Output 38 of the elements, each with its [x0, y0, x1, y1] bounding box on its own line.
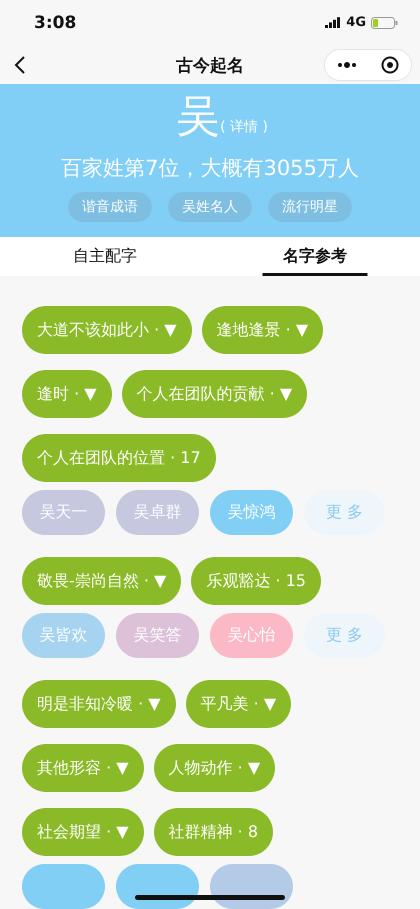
tab[interactable]: 自主配字: [0, 236, 210, 276]
status-time: 3:08: [34, 12, 76, 33]
theme-tag[interactable]: 个人在团队的位置 · 17: [22, 434, 216, 482]
name-pill[interactable]: [116, 864, 199, 909]
tab[interactable]: 名字参考: [210, 236, 420, 276]
name-pill[interactable]: 吴天一: [22, 490, 105, 536]
surname-summary: 百家姓第7位，大概有3055万人: [61, 154, 359, 182]
more-button[interactable]: 更 多: [304, 613, 385, 658]
category-chip[interactable]: 吴姓名人: [168, 192, 252, 222]
name-pill[interactable]: [210, 864, 293, 909]
page-title: 古今起名: [175, 54, 245, 77]
name-pill[interactable]: 吴心怡: [210, 613, 293, 658]
theme-tag[interactable]: 社群精神 · 8: [154, 808, 273, 856]
name-pill[interactable]: 吴皆欢: [22, 613, 105, 658]
more-button[interactable]: 更 多: [304, 490, 385, 536]
theme-tag[interactable]: 平凡美 · ▼: [186, 680, 292, 728]
battery-icon: [371, 16, 398, 29]
theme-tag[interactable]: 个人在团队的贡献 · ▼: [122, 370, 308, 418]
name-pill[interactable]: 吴卓群: [116, 490, 199, 536]
theme-tag[interactable]: 逢地逢景 · ▼: [202, 306, 324, 354]
surname: 吴: [176, 92, 220, 142]
signal-icon: [325, 17, 342, 28]
detail-link[interactable]: ( 详情 ): [220, 118, 268, 136]
name-pill[interactable]: 吴惊鸿: [210, 490, 293, 536]
category-chip[interactable]: 谐音成语: [68, 192, 152, 222]
theme-tag[interactable]: 人物动作 · ▼: [154, 744, 276, 792]
theme-tag[interactable]: 敬畏-崇尚自然 · ▼: [22, 557, 182, 606]
network-label: 4G: [346, 15, 366, 30]
theme-tag[interactable]: 明是非知冷暖 · ▼: [22, 680, 176, 728]
theme-tag[interactable]: 社会期望 · ▼: [22, 808, 144, 856]
name-pill[interactable]: 吴笑答: [116, 613, 199, 658]
theme-tag[interactable]: 乐观豁达 · 15: [191, 557, 321, 606]
theme-tag[interactable]: 其他形容 · ▼: [22, 744, 144, 792]
category-chip[interactable]: 流行明星: [268, 192, 352, 222]
more-icon[interactable]: [337, 62, 357, 68]
theme-tag[interactable]: 大道不该如此小 · ▼: [22, 306, 192, 354]
back-icon[interactable]: [14, 54, 26, 75]
theme-tag[interactable]: 逢时 · ▼: [22, 370, 112, 418]
